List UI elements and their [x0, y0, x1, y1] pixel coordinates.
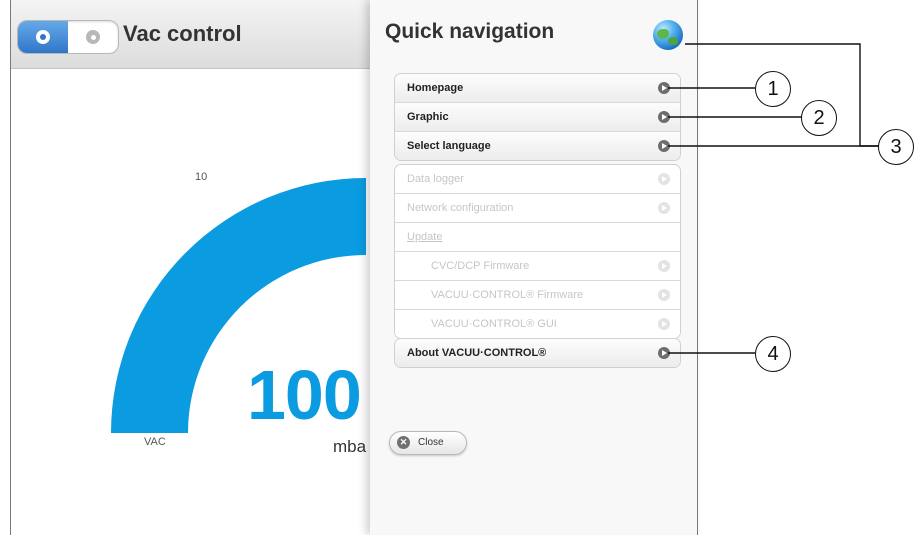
callout-marker-4: 4	[755, 336, 791, 372]
callout-marker-2: 2	[801, 100, 837, 136]
callout-marker-1: 1	[755, 71, 791, 107]
callout-marker-3: 3	[878, 129, 914, 165]
